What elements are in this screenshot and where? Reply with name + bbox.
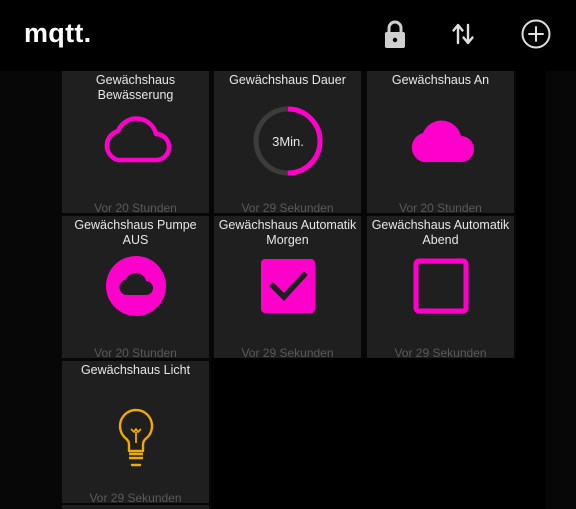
app-bar: mqtt.: [0, 0, 576, 72]
progress-ring: 3Min.: [253, 106, 322, 176]
add-button[interactable]: [518, 16, 554, 52]
tile-title: Gewächshaus An: [391, 73, 490, 87]
lock-icon: [385, 20, 405, 48]
tile-licht[interactable]: Gewächshaus Licht Vor 29 Sekunden: [62, 361, 209, 505]
tile-automatik-morgen[interactable]: Gewächshaus Automatik Morgen Vor 29 Seku…: [214, 216, 361, 360]
tile-title: Gewächshaus Licht: [80, 363, 191, 377]
tile-timestamp: Vor 20 Stunden: [94, 201, 177, 215]
tile-title: Gewächshaus Dauer: [229, 73, 346, 87]
tile-timestamp: Vor 20 Stunden: [399, 201, 482, 215]
tile-timestamp: Vor 29 Sekunden: [241, 346, 334, 360]
sort-button[interactable]: [445, 16, 481, 52]
lock-button[interactable]: [377, 16, 413, 52]
tile-partial[interactable]: [62, 505, 209, 509]
swap-vertical-icon: [452, 23, 474, 45]
tile-an[interactable]: Gewächshaus An Vor 20 Stunden: [367, 71, 514, 215]
tile-title: Gewächshaus Pumpe AUS: [74, 218, 197, 247]
cloud-circle-icon: [105, 256, 166, 316]
tile-dauer[interactable]: Gewächshaus Dauer 3Min. Vor 29 Sekunden: [214, 71, 361, 215]
dashboard-empty-area: [211, 358, 546, 509]
progress-value-label: 3Min.: [272, 134, 304, 149]
tile-timestamp: Vor 29 Sekunden: [241, 201, 334, 215]
tile-automatik-abend[interactable]: Gewächshaus Automatik Abend Vor 29 Sekun…: [367, 216, 514, 360]
tile-timestamp: Vor 20 Stunden: [94, 346, 177, 360]
tile-timestamp: Vor 29 Sekunden: [89, 491, 182, 505]
tile-title: Gewächshaus Automatik Abend: [371, 218, 510, 247]
lightbulb-icon: [118, 408, 153, 467]
app-title: mqtt.: [24, 18, 92, 48]
checkbox-empty-icon[interactable]: [413, 258, 469, 314]
add-circle-icon: [521, 19, 551, 49]
dashboard-gap: [516, 71, 546, 358]
cloud-filled-icon: [411, 120, 474, 162]
checkbox-checked-icon[interactable]: [260, 258, 316, 314]
tile-title: Gewächshaus Automatik Morgen: [218, 218, 357, 247]
cloud-outline-icon: [104, 116, 171, 163]
tile-title: Gewächshaus Bewässerung: [95, 73, 176, 102]
tile-pumpe-aus[interactable]: Gewächshaus Pumpe AUS Vor 20 Stunden: [62, 216, 209, 360]
tile-timestamp: Vor 29 Sekunden: [394, 346, 487, 360]
tile-bewaesserung[interactable]: Gewächshaus Bewässerung Vor 20 Stunden: [62, 71, 209, 215]
